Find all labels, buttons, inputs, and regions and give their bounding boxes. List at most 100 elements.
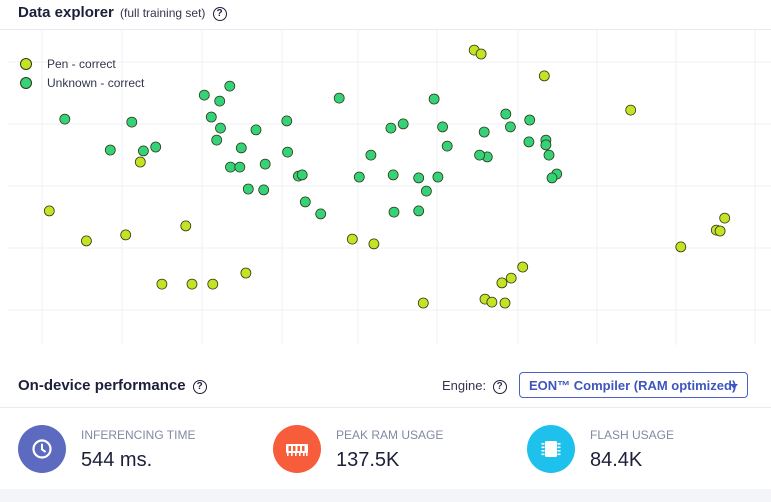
data-point-pen[interactable]: [496, 277, 508, 289]
data-point-unknown[interactable]: [385, 122, 397, 134]
data-point-unknown[interactable]: [474, 149, 486, 161]
engine-label-text: Engine:: [442, 378, 487, 393]
data-point-unknown[interactable]: [137, 145, 149, 157]
data-point-unknown[interactable]: [432, 171, 444, 183]
performance-title: On-device performance ?: [18, 377, 207, 394]
legend-label-unknown: Unknown - correct: [47, 75, 145, 90]
data-point-pen[interactable]: [719, 212, 731, 224]
engine-select[interactable]: EON™ Compiler (RAM optimized): [519, 372, 748, 398]
data-point-unknown[interactable]: [296, 169, 308, 181]
data-point-unknown[interactable]: [214, 95, 226, 107]
data-point-unknown[interactable]: [437, 121, 449, 133]
metric-label: INFERENCING TIME: [81, 428, 196, 442]
data-point-pen[interactable]: [505, 272, 517, 284]
data-explorer-subtitle: (full training set): [120, 6, 206, 20]
data-point-unknown[interactable]: [315, 208, 327, 220]
data-explorer-chart[interactable]: Pen - correct Unknown - correct: [0, 30, 771, 350]
data-point-unknown[interactable]: [282, 146, 294, 158]
data-point-unknown[interactable]: [104, 144, 116, 156]
data-point-unknown[interactable]: [198, 89, 210, 101]
data-point-pen[interactable]: [499, 297, 511, 309]
chevron-down-icon: [730, 384, 738, 389]
cpu-chip-icon: [527, 425, 575, 473]
metric-value: 84.4K: [590, 449, 643, 471]
data-point-pen[interactable]: [486, 296, 498, 308]
data-point-pen[interactable]: [180, 220, 192, 232]
data-point-unknown[interactable]: [500, 108, 512, 120]
data-point-unknown[interactable]: [428, 93, 440, 105]
data-point-pen[interactable]: [675, 241, 687, 253]
data-point-pen[interactable]: [43, 205, 55, 217]
data-point-unknown[interactable]: [540, 139, 552, 151]
data-point-pen[interactable]: [417, 297, 429, 309]
legend-item-unknown[interactable]: Unknown - correct: [20, 73, 144, 92]
data-point-pen[interactable]: [156, 278, 168, 290]
data-point-unknown[interactable]: [397, 118, 409, 130]
data-point-pen[interactable]: [346, 233, 358, 245]
data-point-pen[interactable]: [81, 235, 92, 247]
data-point-unknown[interactable]: [259, 158, 271, 170]
data-point-unknown[interactable]: [353, 171, 365, 183]
metric-label: PEAK RAM USAGE: [336, 428, 444, 442]
data-point-unknown[interactable]: [387, 169, 399, 181]
ram-chip-icon: [273, 425, 321, 473]
footer-strip: [0, 489, 771, 502]
data-point-unknown[interactable]: [224, 80, 236, 92]
data-point-unknown[interactable]: [413, 205, 425, 217]
data-point-pen[interactable]: [625, 104, 637, 116]
data-point-unknown[interactable]: [333, 92, 345, 104]
data-point-unknown[interactable]: [420, 185, 432, 197]
data-point-pen[interactable]: [714, 225, 726, 237]
chart-legend: Pen - correct Unknown - correct: [20, 54, 144, 92]
data-point-unknown[interactable]: [365, 149, 377, 161]
data-point-pen[interactable]: [517, 261, 529, 273]
data-point-unknown[interactable]: [225, 161, 236, 173]
question-circle-icon[interactable]: ?: [492, 380, 507, 394]
data-point-unknown[interactable]: [299, 196, 311, 208]
data-point-unknown[interactable]: [546, 172, 558, 184]
data-point-unknown[interactable]: [478, 126, 490, 138]
data-point-unknown[interactable]: [258, 184, 270, 196]
performance-header: On-device performance ? Engine: ? EON™ C…: [0, 364, 771, 408]
metric-label: FLASH USAGE: [590, 428, 675, 442]
data-point-unknown[interactable]: [523, 136, 535, 148]
clock-icon: [18, 425, 66, 473]
data-point-unknown[interactable]: [242, 183, 254, 195]
data-point-unknown[interactable]: [413, 172, 425, 184]
data-point-pen[interactable]: [368, 238, 380, 250]
data-point-unknown[interactable]: [234, 161, 246, 173]
data-point-unknown[interactable]: [543, 149, 555, 161]
data-point-unknown[interactable]: [524, 114, 536, 126]
legend-item-pen[interactable]: Pen - correct: [20, 54, 144, 73]
data-point-unknown[interactable]: [215, 122, 226, 134]
data-point-unknown[interactable]: [388, 206, 400, 218]
data-point-unknown[interactable]: [126, 116, 138, 128]
data-point-pen[interactable]: [120, 229, 132, 241]
legend-swatch-pen: [20, 57, 32, 70]
data-point-unknown[interactable]: [281, 115, 293, 127]
data-point-pen[interactable]: [186, 278, 198, 290]
data-point-unknown[interactable]: [150, 141, 162, 153]
performance-title-text: On-device performance: [18, 377, 186, 394]
data-point-unknown[interactable]: [504, 121, 516, 133]
data-point-unknown[interactable]: [441, 140, 453, 152]
question-circle-icon[interactable]: ?: [212, 7, 227, 21]
metric-value: 544 ms.: [81, 449, 153, 471]
data-point-pen[interactable]: [538, 70, 550, 82]
data-point-unknown[interactable]: [205, 111, 217, 123]
data-point-pen[interactable]: [475, 48, 487, 60]
engine-label: Engine: ?: [442, 378, 507, 394]
data-explorer-header: Data explorer (full training set) ?: [0, 0, 771, 30]
data-point-pen[interactable]: [134, 156, 146, 168]
legend-label-pen: Pen - correct: [47, 56, 116, 71]
data-point-unknown[interactable]: [235, 142, 247, 154]
engine-select-value: EON™ Compiler (RAM optimized): [529, 378, 737, 393]
data-point-unknown[interactable]: [250, 124, 262, 136]
data-point-pen[interactable]: [240, 267, 252, 279]
data-point-unknown[interactable]: [59, 113, 71, 125]
data-explorer-title-text: Data explorer: [18, 4, 114, 21]
data-explorer-title: Data explorer (full training set) ?: [18, 4, 227, 21]
data-point-unknown[interactable]: [211, 134, 223, 146]
question-circle-icon[interactable]: ?: [192, 380, 207, 394]
data-point-pen[interactable]: [207, 278, 219, 290]
